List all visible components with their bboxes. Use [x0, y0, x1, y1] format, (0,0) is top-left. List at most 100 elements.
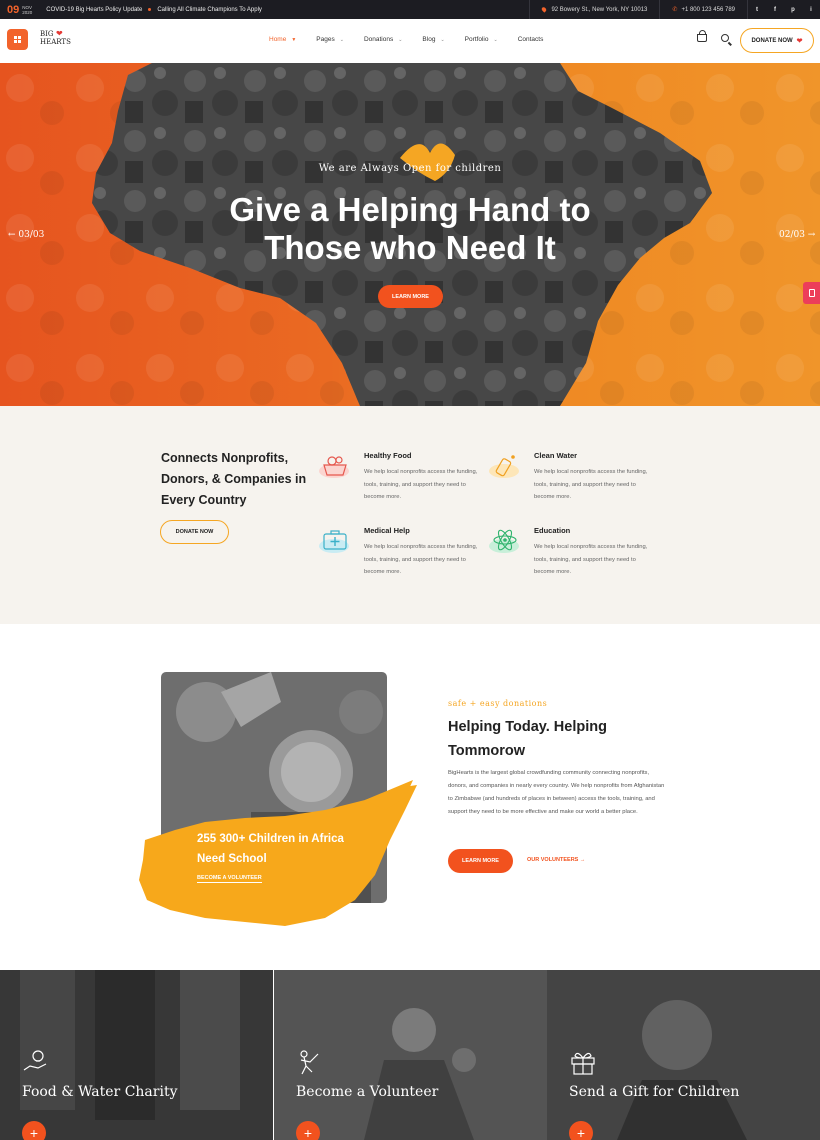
address-item: 92 Bowery St., New York, NY 10013 [529, 0, 659, 19]
hero-title-line1: Give a Helping Hand to [229, 191, 591, 228]
search-icon[interactable] [721, 34, 729, 42]
chevron-down-icon: ⌄ [440, 36, 445, 43]
date-block: 09 NOV 2020 [0, 0, 32, 19]
arrow-left-icon: ← [8, 230, 19, 240]
food-icon [319, 456, 349, 478]
date-year: 2020 [22, 9, 33, 15]
slider-next-button[interactable]: 02/03 → [779, 230, 815, 240]
pinterest-icon[interactable]: p [784, 7, 802, 13]
logo-line2: HEARTS [40, 38, 71, 46]
our-volunteers-link[interactable]: OUR VOLUNTEERS → [527, 857, 585, 863]
nav-label: Pages [316, 36, 335, 43]
menu-button[interactable] [7, 29, 28, 50]
hero-tagline: We are Always Open for children [318, 163, 502, 174]
feature-title: Clean Water [534, 451, 578, 460]
hero-slider: We are Always Open for children Give a H… [0, 63, 820, 406]
card-become-volunteer[interactable]: Become a Volunteer + [274, 970, 547, 1140]
social-links: t f p i [747, 0, 820, 19]
card-food-water[interactable]: Food & Water Charity + [0, 970, 273, 1140]
slider-prev-button[interactable]: ← 03/03 [8, 230, 44, 240]
atom-icon [489, 529, 519, 553]
card-title: Send a Gift for Children [569, 1084, 740, 1100]
main-nav: Home ▼ Pages ⌄ Donations ⌄ Blog ⌄ Portfolio ⌄… [269, 36, 563, 43]
about-title: Helping Today. Helping Tommorow [448, 719, 607, 759]
feature-text: We help local nonprofits access the fund… [534, 544, 648, 576]
phone-icon: ✆ [672, 7, 678, 13]
hero-learn-more-button[interactable]: LEARN MORE [378, 285, 443, 308]
nav-label: Portfolio [464, 36, 489, 43]
address-text: 92 Bowery St., New York, NY 10013 [551, 6, 648, 13]
logo-line1: BIG [40, 30, 54, 38]
plus-icon[interactable]: + [569, 1121, 593, 1140]
chevron-down-icon: ▼ [291, 36, 297, 43]
phone-text[interactable]: +1 800 123 456 789 [681, 7, 735, 13]
features-heading: Connects Nonprofits, Donors, & Companies… [161, 451, 307, 507]
nav-label: Donations [363, 36, 394, 43]
top-bar-right: 92 Bowery St., New York, NY 10013 ✆ +1 8… [529, 0, 820, 19]
hero-title-line2: Those who Need It [264, 229, 556, 266]
facebook-icon[interactable]: f [766, 7, 784, 13]
location-pin-icon [541, 6, 548, 13]
feature-title: Education [534, 526, 571, 535]
date-day: 09 [7, 3, 20, 16]
document-icon [808, 289, 815, 297]
features-donate-button[interactable]: DONATE NOW [160, 520, 229, 544]
grid-menu-icon [14, 36, 21, 43]
nav-item-portfolio[interactable]: Portfolio ⌄ [465, 36, 498, 43]
news-link[interactable]: COVID-19 Big Hearts Policy Update [46, 7, 142, 13]
slider-prev-label: 03/03 [18, 230, 45, 240]
water-bottle-icon [489, 455, 519, 478]
chevron-down-icon: ⌄ [493, 36, 498, 43]
feature-text: We help local nonprofits access the fund… [534, 469, 648, 501]
top-bar: 09 NOV 2020 COVID-19 Big Hearts Policy U… [0, 0, 820, 19]
twitter-icon[interactable]: t [748, 7, 766, 13]
chevron-down-icon: ⌄ [398, 36, 403, 43]
side-panel-toggle[interactable] [803, 282, 820, 304]
about-text: BigHearts is the largest global crowdfun… [448, 770, 665, 815]
features-section: Connects Nonprofits, Donors, & Companies… [0, 406, 820, 624]
about-tagline: safe + easy donations [448, 699, 548, 708]
feature-title: Healthy Food [364, 451, 412, 460]
date-month-year: NOV 2020 [22, 5, 32, 15]
nav-label: Home [269, 36, 287, 43]
nav-item-contacts[interactable]: Contacts [518, 36, 544, 43]
instagram-icon[interactable]: i [802, 7, 820, 13]
card-send-gift[interactable]: Send a Gift for Children + [547, 970, 820, 1140]
feature-title: Medical Help [364, 526, 410, 535]
arrow-right-icon: → [578, 857, 586, 863]
donate-label: DONATE NOW [751, 37, 793, 44]
news-separator [148, 8, 152, 11]
become-volunteer-link[interactable]: BECOME A VOLUNTEER [197, 875, 262, 883]
arrow-right-icon: → [804, 230, 816, 240]
volunteer-icon [300, 1050, 319, 1075]
about-learn-more-button[interactable]: LEARN MORE [448, 849, 513, 873]
chevron-down-icon: ⌄ [339, 36, 344, 43]
site-logo[interactable]: BIG ❤ HEARTS [40, 29, 71, 47]
nav-label: Blog [422, 36, 436, 43]
feature-text: We help local nonprofits access the fund… [364, 469, 478, 501]
hand-bulb-icon [23, 1050, 47, 1071]
donate-now-button[interactable]: DONATE NOW ❤ [740, 28, 814, 53]
plus-icon[interactable]: + [22, 1121, 46, 1140]
nav-item-pages[interactable]: Pages ⌄ [316, 36, 344, 43]
slider-next-label: 02/03 [779, 230, 805, 240]
first-aid-icon [319, 530, 349, 553]
gift-icon [571, 1052, 595, 1075]
heart-icon: ❤ [796, 37, 803, 45]
news-link[interactable]: Calling All Climate Champions To Apply [157, 7, 262, 13]
nav-item-donations[interactable]: Donations ⌄ [364, 36, 402, 43]
card-title: Become a Volunteer [296, 1084, 439, 1100]
heart-icon: ❤ [53, 29, 63, 38]
main-header: BIG ❤ HEARTS Home ▼ Pages ⌄ Donations ⌄ Blo… [0, 19, 820, 63]
nav-label: Contacts [517, 36, 544, 43]
card-title: Food & Water Charity [22, 1084, 178, 1100]
hero-title: Give a Helping Hand to Those who Need It [0, 191, 820, 267]
header-icons [697, 30, 729, 42]
phone-item[interactable]: ✆ +1 800 123 456 789 [659, 0, 747, 19]
our-volunteers-label: OUR VOLUNTEERS [527, 857, 579, 863]
splash-heading: 255 300+ Children in Africa Need School [197, 833, 344, 865]
nav-item-home[interactable]: Home ▼ [269, 36, 296, 43]
plus-icon[interactable]: + [296, 1121, 320, 1140]
nav-item-blog[interactable]: Blog ⌄ [422, 36, 444, 43]
basket-icon[interactable] [697, 30, 707, 42]
